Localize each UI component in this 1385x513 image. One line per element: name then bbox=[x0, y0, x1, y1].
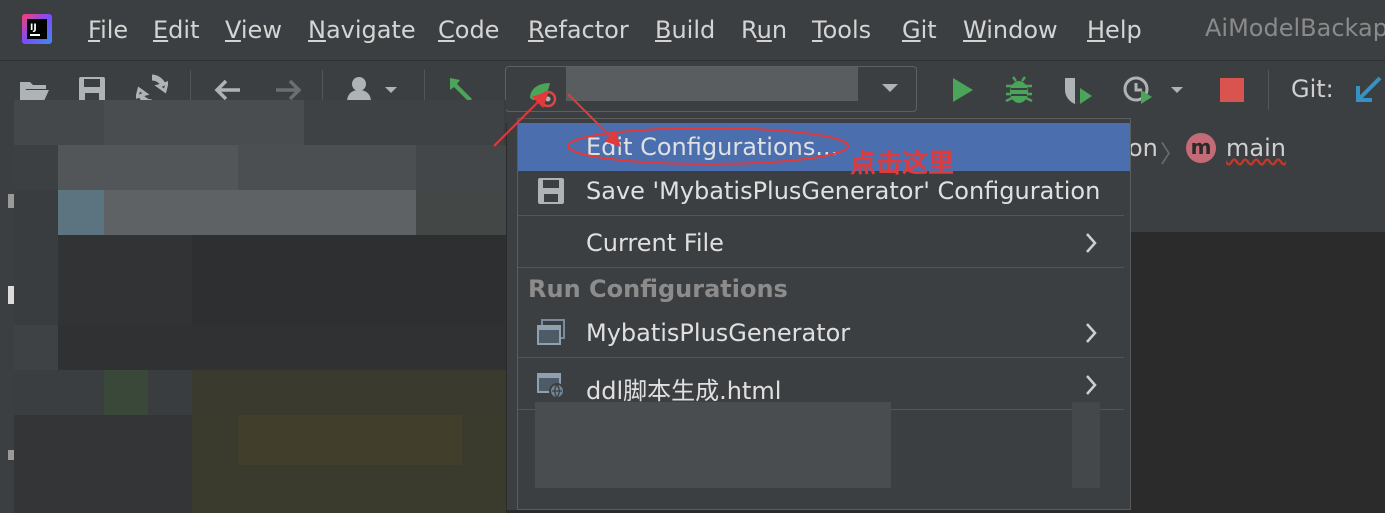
config-item-mybatisplusgenerator[interactable]: MybatisPlusGenerator bbox=[518, 309, 1130, 357]
run-icon[interactable] bbox=[946, 74, 978, 106]
current-file-item[interactable]: Current File bbox=[518, 219, 1130, 267]
menu-navigate[interactable]: Navigate bbox=[308, 16, 416, 44]
chevron-right-icon bbox=[1086, 375, 1097, 395]
breadcrumb-class-fragment[interactable]: on bbox=[1128, 134, 1158, 162]
gutter-marker bbox=[8, 286, 14, 304]
menu-item-label: ddl脚本生成.html bbox=[586, 377, 782, 405]
menu-separator bbox=[518, 357, 1124, 358]
menu-tools[interactable]: Tools bbox=[812, 16, 871, 44]
menu-refactor[interactable]: Refactor bbox=[528, 16, 629, 44]
save-icon bbox=[538, 178, 564, 204]
menu-file[interactable]: File bbox=[88, 16, 128, 44]
method-badge-icon: m bbox=[1186, 133, 1216, 163]
menu-window[interactable]: Window bbox=[963, 16, 1058, 44]
chevron-right-icon bbox=[1086, 323, 1097, 343]
profile-icon[interactable] bbox=[1121, 74, 1189, 106]
menu-separator bbox=[518, 267, 1124, 268]
popup-shadow-edge bbox=[507, 118, 517, 510]
toolbar-separator bbox=[1268, 70, 1269, 110]
chevron-right-icon bbox=[1086, 233, 1097, 253]
intellij-logo-icon: IJ bbox=[22, 14, 52, 44]
svg-text:IJ: IJ bbox=[30, 23, 37, 33]
menu-separator bbox=[518, 215, 1124, 216]
gutter-marker bbox=[8, 450, 14, 460]
blurred-config-chevrons bbox=[1072, 402, 1100, 488]
project-title: AiModelBackap bbox=[1205, 14, 1385, 42]
chevron-right-icon: 〉 bbox=[1160, 140, 1184, 168]
menu-help[interactable]: Help bbox=[1087, 16, 1142, 44]
editor-tab-strip bbox=[1130, 178, 1385, 233]
stop-icon[interactable] bbox=[1216, 74, 1248, 106]
menu-item-label: Save 'MybatisPlusGenerator' Configuratio… bbox=[586, 177, 1101, 205]
blurred-config-items bbox=[535, 402, 891, 488]
editor-area bbox=[1130, 232, 1385, 513]
menu-git[interactable]: Git bbox=[902, 16, 937, 44]
breadcrumb-method[interactable]: main bbox=[1226, 134, 1286, 162]
menu-view[interactable]: View bbox=[225, 16, 282, 44]
gutter-marker bbox=[8, 194, 14, 208]
menu-run[interactable]: Run bbox=[741, 16, 787, 44]
menu-build[interactable]: Build bbox=[655, 16, 715, 44]
blurred-project-panel bbox=[0, 100, 506, 513]
save-configuration-item[interactable]: Save 'MybatisPlusGenerator' Configuratio… bbox=[518, 167, 1130, 215]
application-config-icon bbox=[537, 319, 565, 345]
coverage-icon[interactable] bbox=[1062, 74, 1094, 106]
debug-icon[interactable] bbox=[1003, 74, 1035, 106]
menu-code[interactable]: Code bbox=[438, 16, 499, 44]
menu-item-label: MybatisPlusGenerator bbox=[586, 319, 851, 347]
html-config-icon bbox=[537, 373, 565, 399]
chevron-down-icon bbox=[882, 84, 898, 92]
git-update-icon[interactable] bbox=[1352, 74, 1384, 106]
menu-edit[interactable]: Edit bbox=[153, 16, 199, 44]
annotation-label: 点击这里 bbox=[850, 149, 955, 179]
menu-item-label: Current File bbox=[586, 229, 724, 257]
run-configurations-header: Run Configurations bbox=[528, 275, 788, 303]
git-label: Git: bbox=[1291, 75, 1334, 103]
annotation-arrows bbox=[493, 91, 621, 147]
